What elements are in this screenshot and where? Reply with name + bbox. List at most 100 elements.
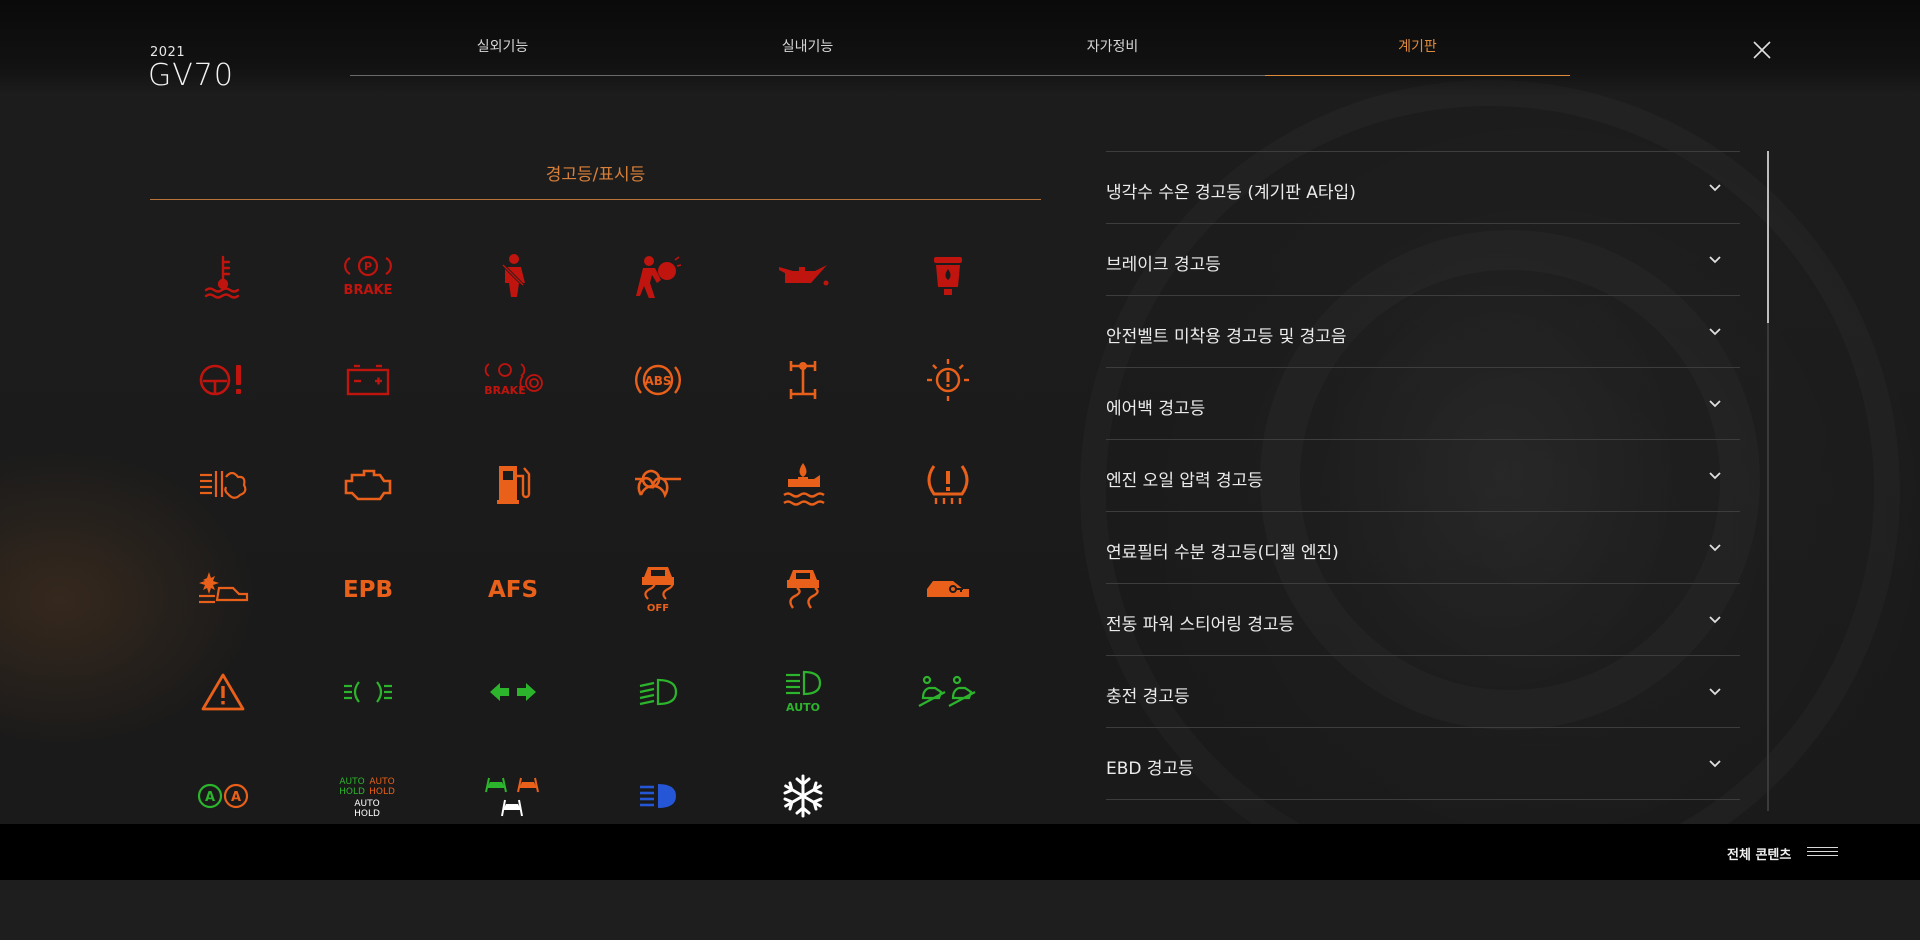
list-scrollbar[interactable] [1767,151,1769,811]
accordion-item-airbag[interactable]: 에어백 경고등 [1106,368,1740,440]
immobilizer-icon[interactable] [923,573,973,603]
icon-cell[interactable] [875,432,1020,536]
icon-cell[interactable] [875,640,1020,744]
menu-icon[interactable] [1807,847,1838,857]
model-name[interactable]: GV70 [148,58,234,93]
tab-interior[interactable]: 실내기능 [655,36,960,76]
chevron-down-icon[interactable] [1708,181,1722,195]
esc-off-icon[interactable]: OFF [638,563,678,613]
icon-cell[interactable] [150,224,295,328]
accordion-item-fuel-filter[interactable]: 연료필터 수분 경고등(디젤 엔진) [1106,512,1740,584]
auto-label: AUTO [786,701,820,714]
accordion-item-coolant-temp[interactable]: 냉각수 수온 경고등 (계기판 A타입) [1106,152,1740,224]
chevron-down-icon[interactable] [1708,253,1722,267]
accordion-item-label: 안전벨트 미착용 경고등 및 경고음 [1106,327,1347,347]
chevron-down-icon[interactable] [1708,613,1722,627]
lane-keeping-icon[interactable] [484,774,542,818]
icon-cell[interactable] [295,432,440,536]
low-coolant-icon[interactable] [780,461,826,507]
forward-collision-icon[interactable] [197,570,249,606]
icon-cell[interactable] [730,224,875,328]
all-contents-link[interactable]: 전체 콘텐츠 [1727,844,1791,863]
chevron-down-icon[interactable] [1708,325,1722,339]
chevron-down-icon[interactable] [1708,685,1722,699]
tab-instrument-cluster[interactable]: 계기판 [1265,36,1570,76]
accordion-item-brake[interactable]: 브레이크 경고등 [1106,224,1740,296]
chevron-down-icon[interactable] [1708,757,1722,771]
icon-cell[interactable] [875,536,1020,640]
engine-oil-pressure-icon[interactable] [777,261,829,291]
high-beam-icon[interactable] [636,781,680,811]
coolant-temperature-warning-icon[interactable] [200,253,246,299]
accordion-item-seatbelt[interactable]: 안전벨트 미착용 경고등 및 경고음 [1106,296,1740,368]
icon-cell[interactable] [730,432,875,536]
icon-cell[interactable] [875,224,1020,328]
accordion-item-label: 전동 파워 스티어링 경고등 [1106,615,1295,635]
icon-cell[interactable]: OFF [585,536,730,640]
tab-exterior[interactable]: 실외기능 [350,36,655,76]
tire-pressure-icon[interactable] [924,462,972,506]
hill-descent-icon[interactable] [915,672,981,712]
chevron-down-icon[interactable] [1708,541,1722,555]
afs-icon[interactable]: AFS [485,573,541,603]
diesel-preheat-icon[interactable] [633,469,683,499]
icon-cell[interactable] [585,224,730,328]
icon-cell[interactable] [875,328,1020,432]
close-icon[interactable] [1752,40,1772,60]
check-engine-icon[interactable] [342,467,394,501]
turn-signal-icon[interactable] [488,680,538,704]
epb-icon[interactable]: EPB [342,573,394,603]
low-fuel-icon[interactable] [495,462,531,506]
icy-road-icon[interactable] [780,773,826,819]
tab-maintenance[interactable]: 자가정비 [960,36,1265,76]
auto-stop-icon[interactable]: A A [195,781,251,811]
page-background-below-footer [0,880,1920,940]
icon-cell[interactable]: EPB [295,536,440,640]
icon-cell[interactable] [440,432,585,536]
accordion-item-charging[interactable]: 충전 경고등 [1106,656,1740,728]
icon-cell[interactable] [150,432,295,536]
icon-cell[interactable] [150,328,295,432]
chevron-down-icon[interactable] [1708,469,1722,483]
abs-warning-icon[interactable]: ABS [634,360,681,400]
brake-label-small: BRAKE [484,384,525,397]
page: 2021 GV70 실외기능 실내기능 자가정비 계기판 경고등/표시등 P B… [0,0,1920,940]
accordion-item-ebd[interactable]: EBD 경고등 [1106,728,1740,800]
airbag-warning-icon[interactable] [635,254,681,298]
ebd-warning-icon[interactable]: BRAKE [482,362,544,398]
power-steering-warning-icon[interactable] [198,361,248,399]
icon-cell[interactable] [585,432,730,536]
chevron-down-icon[interactable] [1708,397,1722,411]
position-lamp-icon[interactable] [342,677,394,707]
icon-cell[interactable] [295,328,440,432]
auto-hold-icon[interactable]: AUTO HOLD AUTO HOLD AUTO HOLD [338,774,398,818]
charging-warning-icon[interactable] [345,363,391,397]
icon-cell[interactable] [440,224,585,328]
lamp-failure-icon[interactable] [925,357,971,403]
off-label: OFF [646,603,668,613]
auto-light-icon[interactable]: AUTO [780,670,826,714]
icon-cell[interactable]: P BRAKE [295,224,440,328]
icon-cell[interactable] [730,328,875,432]
accordion-item-power-steering[interactable]: 전동 파워 스티어링 경고등 [1106,584,1740,656]
icon-cell[interactable] [730,536,875,640]
brake-warning-icon[interactable]: P BRAKE [341,254,395,298]
icon-cell[interactable] [440,640,585,744]
seatbelt-warning-icon[interactable] [493,253,533,299]
awd-warning-icon[interactable] [783,357,823,403]
icon-cell[interactable]: BRAKE [440,328,585,432]
icon-cell[interactable] [295,640,440,744]
icon-cell[interactable] [150,640,295,744]
accordion-item-oil-pressure[interactable]: 엔진 오일 압력 경고등 [1106,440,1740,512]
glow-plug-icon[interactable] [198,465,248,503]
esc-icon[interactable] [783,566,823,610]
icon-cell[interactable]: ABS [585,328,730,432]
icon-cell[interactable] [150,536,295,640]
fuel-filter-water-icon[interactable] [930,253,966,299]
icon-cell[interactable]: AUTO [730,640,875,744]
icon-cell[interactable] [585,640,730,744]
list-scrollbar-thumb[interactable] [1767,151,1769,323]
hazard-warning-icon[interactable] [201,672,245,712]
icon-cell[interactable]: AFS [440,536,585,640]
low-beam-icon[interactable] [636,677,680,707]
